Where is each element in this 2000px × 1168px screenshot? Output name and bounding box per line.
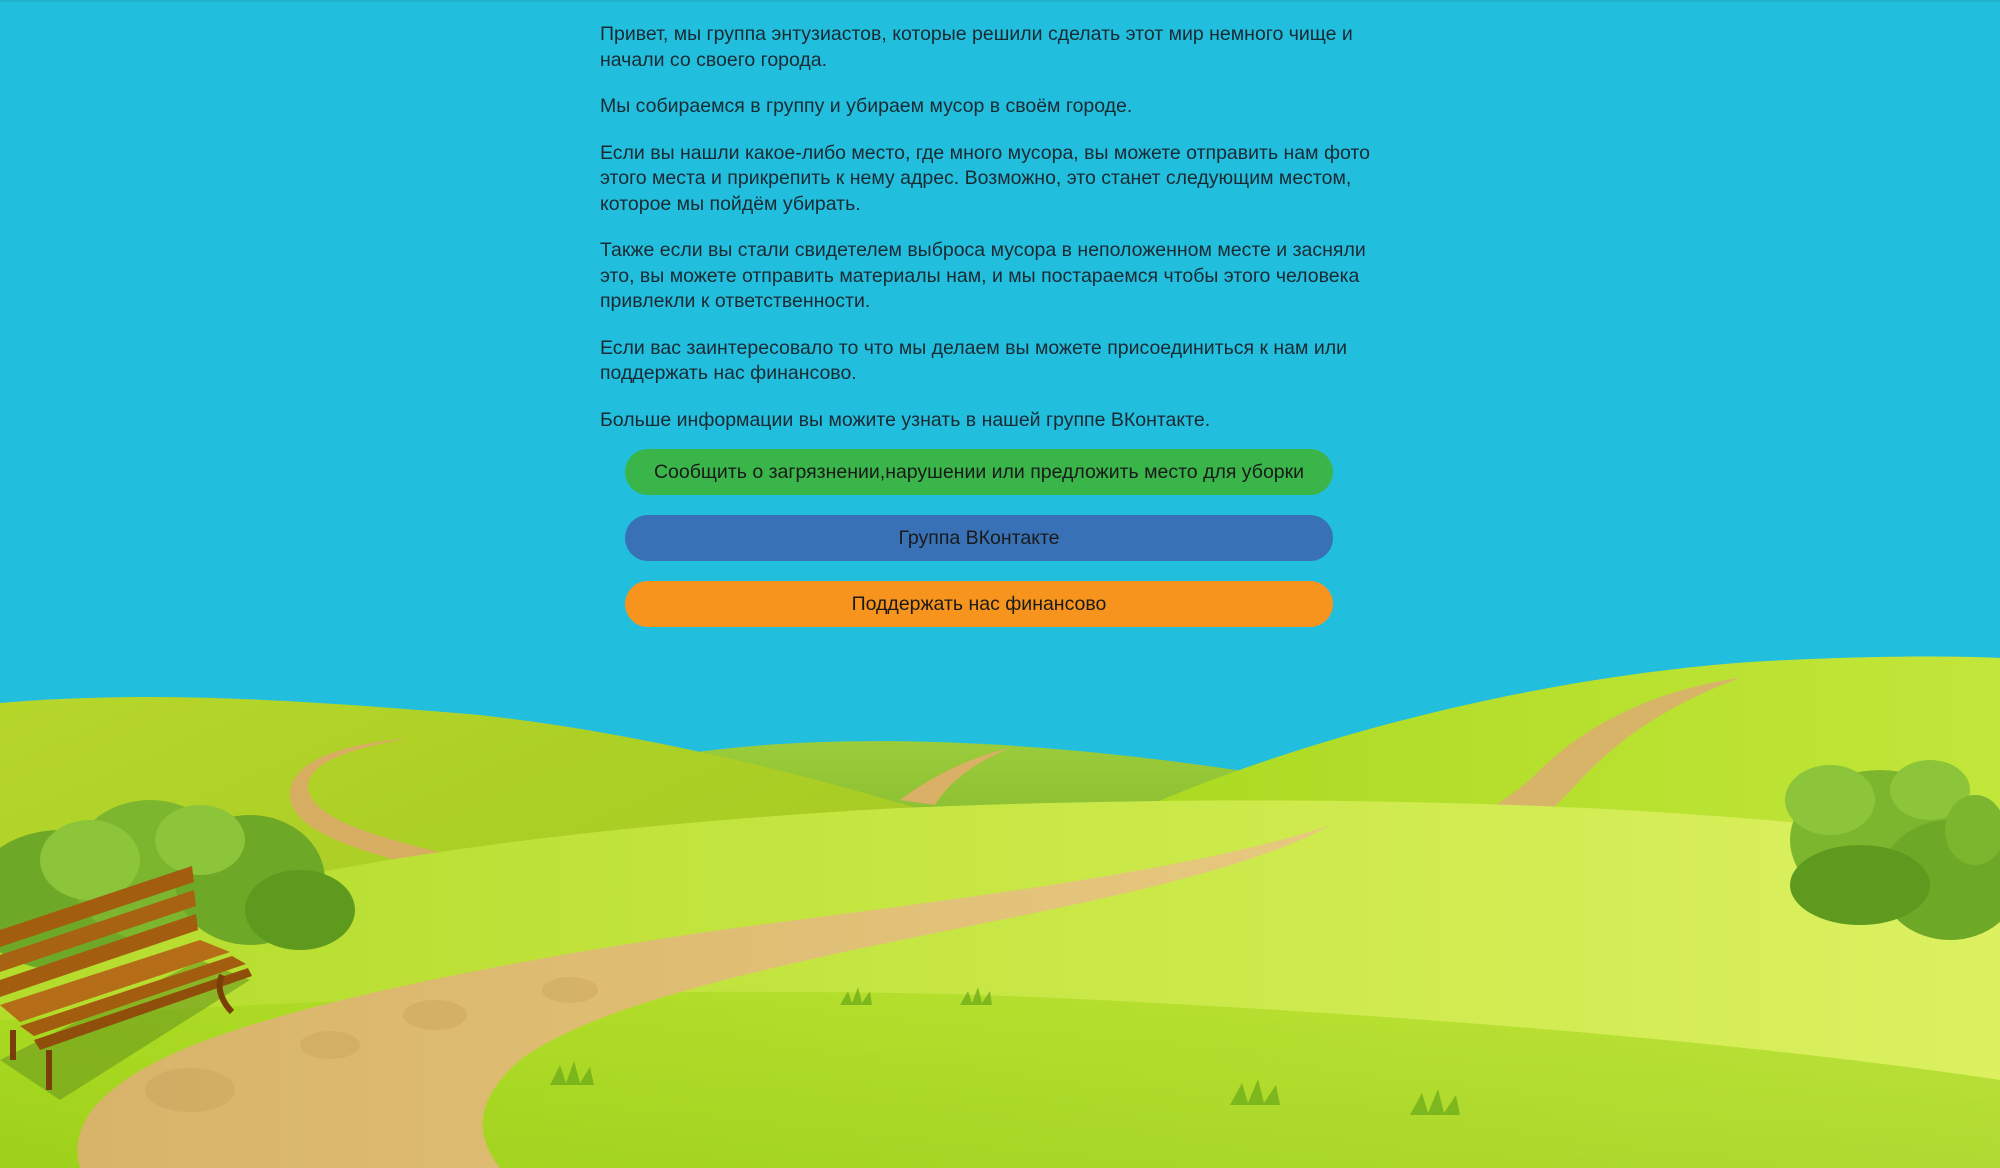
intro-paragraph: Привет, мы группа энтузиастов, которые р… [600,23,1353,71]
intro-paragraph: Больше информации вы можите узнать в наш… [600,408,1211,431]
report-pollution-button[interactable]: Сообщить о загрязнении,нарушении или пре… [625,449,1333,495]
donate-button[interactable]: Поддержать нас финансово [625,581,1333,627]
vk-group-button[interactable]: Группа ВКонтакте [625,515,1333,561]
intro-paragraph: Мы собираемся в группу и убираем мусор в… [600,95,1133,117]
intro-paragraph: Если вы нашли какое-либо место, где мног… [600,141,1370,215]
intro-text: Привет, мы группа энтузиастов, которые р… [600,22,1370,454]
intro-paragraph: Также если вы стали свидетелем выброса м… [600,239,1366,312]
action-buttons: Сообщить о загрязнении,нарушении или пре… [625,449,1333,647]
intro-paragraph: Если вас заинтересовало то что мы делаем… [600,336,1348,385]
right-bushes [1785,760,2000,940]
